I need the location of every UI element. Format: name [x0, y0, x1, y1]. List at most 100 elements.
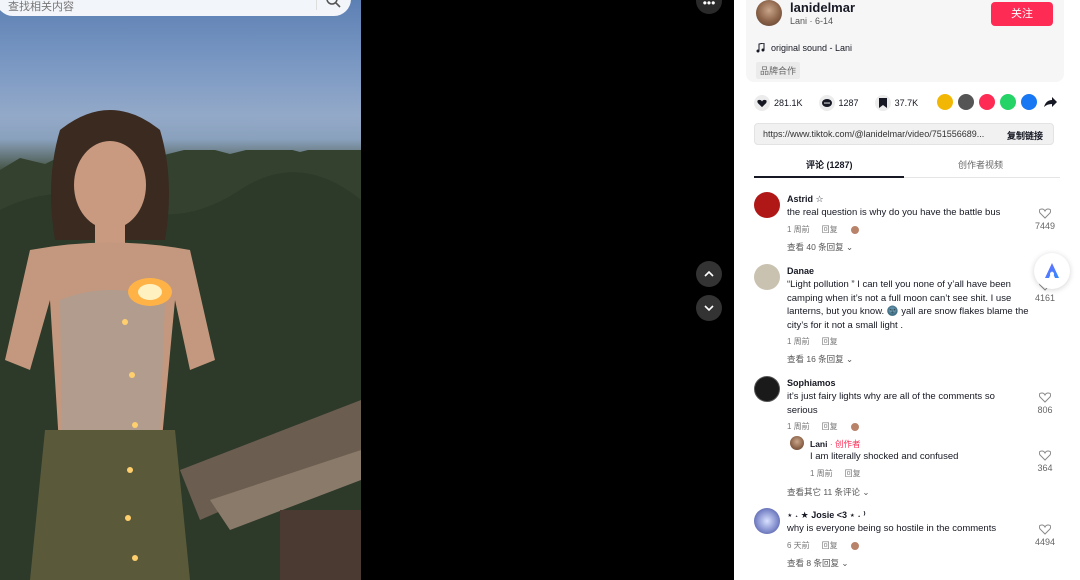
- view-replies-button[interactable]: 查看 8 条回复 ⌄: [787, 557, 848, 569]
- comment-icon: [818, 95, 835, 111]
- comment-text: why is everyone being so hostile in the …: [787, 523, 997, 534]
- reply-meta: 1 周前 回复: [810, 468, 861, 479]
- comment-stat[interactable]: 1287: [818, 95, 859, 111]
- person-figure: [5, 110, 215, 580]
- send-icon[interactable]: [979, 94, 995, 110]
- creator-liked-icon: [849, 421, 860, 432]
- search-input[interactable]: 查找相关内容: [0, 0, 351, 16]
- comment-text: the real question is why do you have the…: [787, 207, 1001, 218]
- reply-author-name: Lani: [810, 439, 828, 449]
- author-card: lanidelmar Lani · 6-14 关注 original sound…: [746, 0, 1064, 82]
- comment-like-count: 4161: [1034, 293, 1056, 303]
- heart-outline-icon: [1039, 208, 1051, 219]
- comment-like-count: 806: [1037, 405, 1053, 415]
- follow-button[interactable]: 关注: [991, 2, 1053, 26]
- creator-liked-icon: [849, 224, 860, 235]
- next-video-button[interactable]: [696, 295, 722, 321]
- search-divider: [316, 0, 317, 10]
- view-replies-button[interactable]: 查看 16 条回复 ⌄: [787, 353, 853, 365]
- author-avatar[interactable]: [756, 0, 782, 26]
- reply-like-count: 364: [1037, 463, 1053, 473]
- like-stat[interactable]: 281.1K: [754, 95, 803, 111]
- comment-meta: 1 周前 回复: [787, 224, 860, 235]
- reply-button[interactable]: 回复: [822, 540, 838, 551]
- creator-tag: · 创作者: [827, 439, 861, 449]
- commenter-avatar[interactable]: [754, 376, 780, 402]
- floating-assistant-button[interactable]: [1034, 253, 1070, 289]
- comment-like-button[interactable]: 806: [1030, 392, 1060, 415]
- share-icons: [937, 94, 1058, 110]
- comment-like-button[interactable]: 7449: [1030, 208, 1060, 231]
- music-link[interactable]: original sound - Lani: [756, 43, 852, 53]
- commenter-name[interactable]: Danae: [787, 266, 814, 276]
- comment-time: 1 周前: [787, 225, 810, 234]
- more-dots-icon: •••: [702, 0, 716, 10]
- embed-icon[interactable]: [958, 94, 974, 110]
- commenter-avatar[interactable]: [754, 264, 780, 290]
- assistant-icon: [1045, 263, 1059, 278]
- video-link[interactable]: https://www.tiktok.com/@lanidelmar/video…: [763, 129, 999, 139]
- reply-text: I am literally shocked and confused: [810, 451, 959, 462]
- comment-text: “Light pollution ” I can tell you none o…: [787, 279, 1029, 331]
- tab-comments[interactable]: 评论 (1287): [806, 158, 853, 171]
- comment-time: 1 周前: [787, 337, 810, 346]
- previous-video-button[interactable]: [696, 261, 722, 287]
- search-placeholder: 查找相关内容: [8, 1, 74, 13]
- commenter-avatar[interactable]: [754, 508, 780, 534]
- reply-button[interactable]: 回复: [822, 224, 838, 235]
- copy-link-button[interactable]: 复制链接: [1007, 129, 1043, 142]
- commenter-avatar[interactable]: [754, 192, 780, 218]
- reply-author[interactable]: Lani · 创作者: [810, 438, 861, 450]
- comment-meta: 1 周前 回复: [787, 421, 860, 432]
- heart-icon: [754, 95, 770, 111]
- view-replies-button[interactable]: 查看 40 条回复 ⌄: [787, 241, 853, 253]
- repost-icon[interactable]: [937, 94, 953, 110]
- video-area: 查找相关内容 •••: [0, 0, 734, 580]
- save-stat[interactable]: 37.7K: [874, 95, 919, 111]
- like-count: 281.1K: [774, 98, 803, 108]
- comment-meta: 1 周前 回复: [787, 336, 838, 347]
- music-note-icon: [756, 43, 765, 53]
- music-title: original sound - Lani: [771, 43, 853, 53]
- creator-avatar[interactable]: [790, 436, 804, 450]
- reply-button[interactable]: 回复: [845, 468, 861, 479]
- reply-time: 1 周前: [810, 469, 833, 478]
- comment-like-count: 4494: [1034, 537, 1056, 547]
- active-tab-indicator: [754, 176, 904, 178]
- facebook-icon[interactable]: [1021, 94, 1037, 110]
- author-subtitle: Lani · 6-14: [790, 16, 834, 26]
- tabs: 评论 (1287) 创作者视频: [754, 156, 1060, 178]
- details-panel: lanidelmar Lani · 6-14 关注 original sound…: [734, 0, 1080, 580]
- commenter-name[interactable]: ⋆ ˖ ★ Josie <3 ⋆ ˖ ⁾: [787, 510, 866, 521]
- share-arrow-icon[interactable]: [1042, 94, 1058, 110]
- reply-button[interactable]: 回复: [822, 336, 838, 347]
- video-player[interactable]: 查找相关内容: [0, 0, 361, 580]
- heart-outline-icon: [1039, 450, 1051, 461]
- comment-time: 6 天前: [787, 541, 810, 550]
- chevron-up-icon: [704, 270, 714, 277]
- reply-like-button[interactable]: 364: [1030, 450, 1060, 473]
- whatsapp-icon[interactable]: [1000, 94, 1016, 110]
- tab-creator-videos[interactable]: 创作者视频: [958, 158, 1003, 171]
- view-replies-button[interactable]: 查看其它 11 条评论 ⌄: [787, 486, 870, 498]
- reply-button[interactable]: 回复: [822, 421, 838, 432]
- search-icon[interactable]: [325, 0, 341, 8]
- chevron-down-icon: [704, 305, 714, 312]
- comment-like-count: 7449: [1034, 221, 1056, 231]
- comment-count: 1287: [838, 98, 859, 108]
- comment-like-button[interactable]: 4494: [1030, 524, 1060, 547]
- video-link-box: https://www.tiktok.com/@lanidelmar/video…: [754, 123, 1054, 145]
- heart-outline-icon: [1039, 392, 1051, 403]
- author-name[interactable]: lanidelmar: [790, 0, 855, 15]
- save-count: 37.7K: [894, 98, 919, 108]
- comment-meta: 6 天前 回复: [787, 540, 860, 551]
- commenter-name[interactable]: Astrid ☆: [787, 194, 824, 205]
- more-options-button[interactable]: •••: [696, 0, 722, 14]
- comment-text: it’s just fairy lights why are all of th…: [787, 391, 995, 416]
- brand-tag: 品牌合作: [756, 62, 801, 79]
- bookmark-icon: [874, 95, 891, 111]
- creator-liked-icon: [849, 540, 860, 551]
- heart-outline-icon: [1039, 524, 1051, 535]
- commenter-name[interactable]: Sophiamos: [787, 378, 836, 388]
- comment-time: 1 周前: [787, 422, 810, 431]
